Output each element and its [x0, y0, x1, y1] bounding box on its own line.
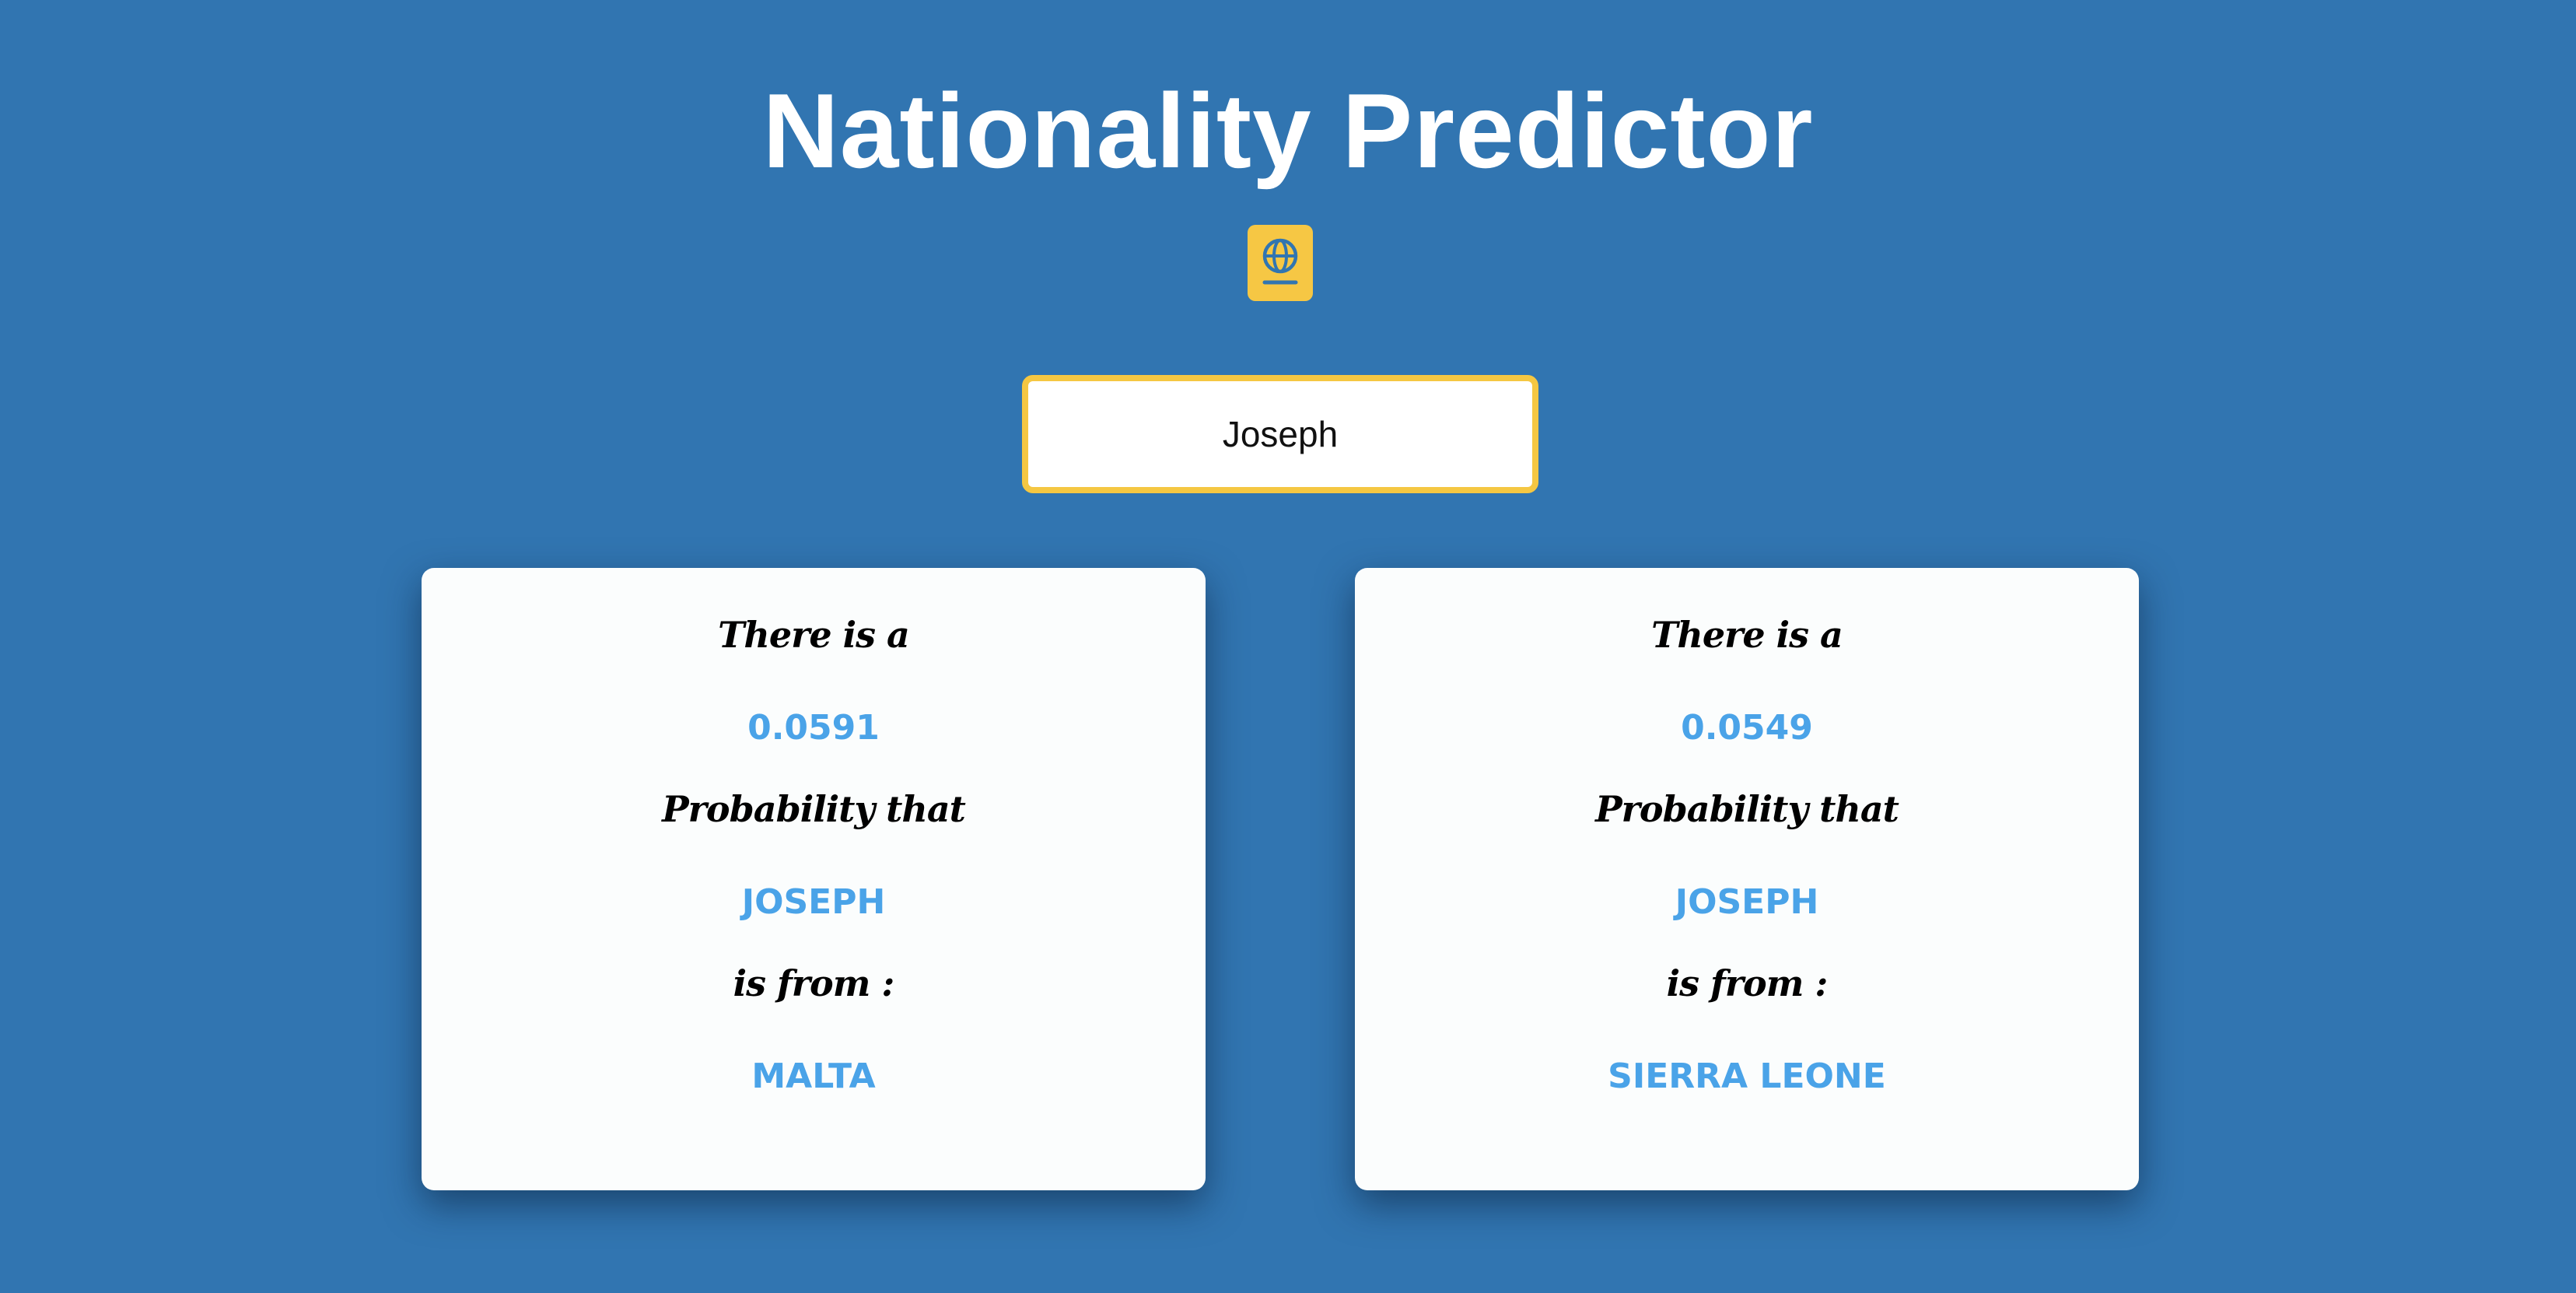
country-value: Sierra Leone: [1608, 1056, 1886, 1096]
probability-label: Probability that: [662, 788, 966, 830]
name-value: Joseph: [1675, 882, 1819, 922]
intro-text: There is a: [718, 614, 910, 656]
name-value: Joseph: [741, 882, 886, 922]
passport-globe-icon: [1248, 225, 1313, 301]
country-value: Malta: [751, 1056, 876, 1096]
probability-label: Probability that: [1595, 788, 1899, 830]
intro-text: There is a: [1651, 614, 1843, 656]
from-label: is from :: [733, 962, 895, 1004]
result-card: There is a 0.0591 Probability that Josep…: [422, 568, 1206, 1190]
probability-value: 0.0591: [747, 708, 880, 748]
from-label: is from :: [1666, 962, 1829, 1004]
result-card: There is a 0.0549 Probability that Josep…: [1355, 568, 2139, 1190]
probability-value: 0.0549: [1681, 708, 1813, 748]
name-input[interactable]: [1022, 375, 1538, 493]
page-title: Nationality Predictor: [762, 72, 1814, 190]
